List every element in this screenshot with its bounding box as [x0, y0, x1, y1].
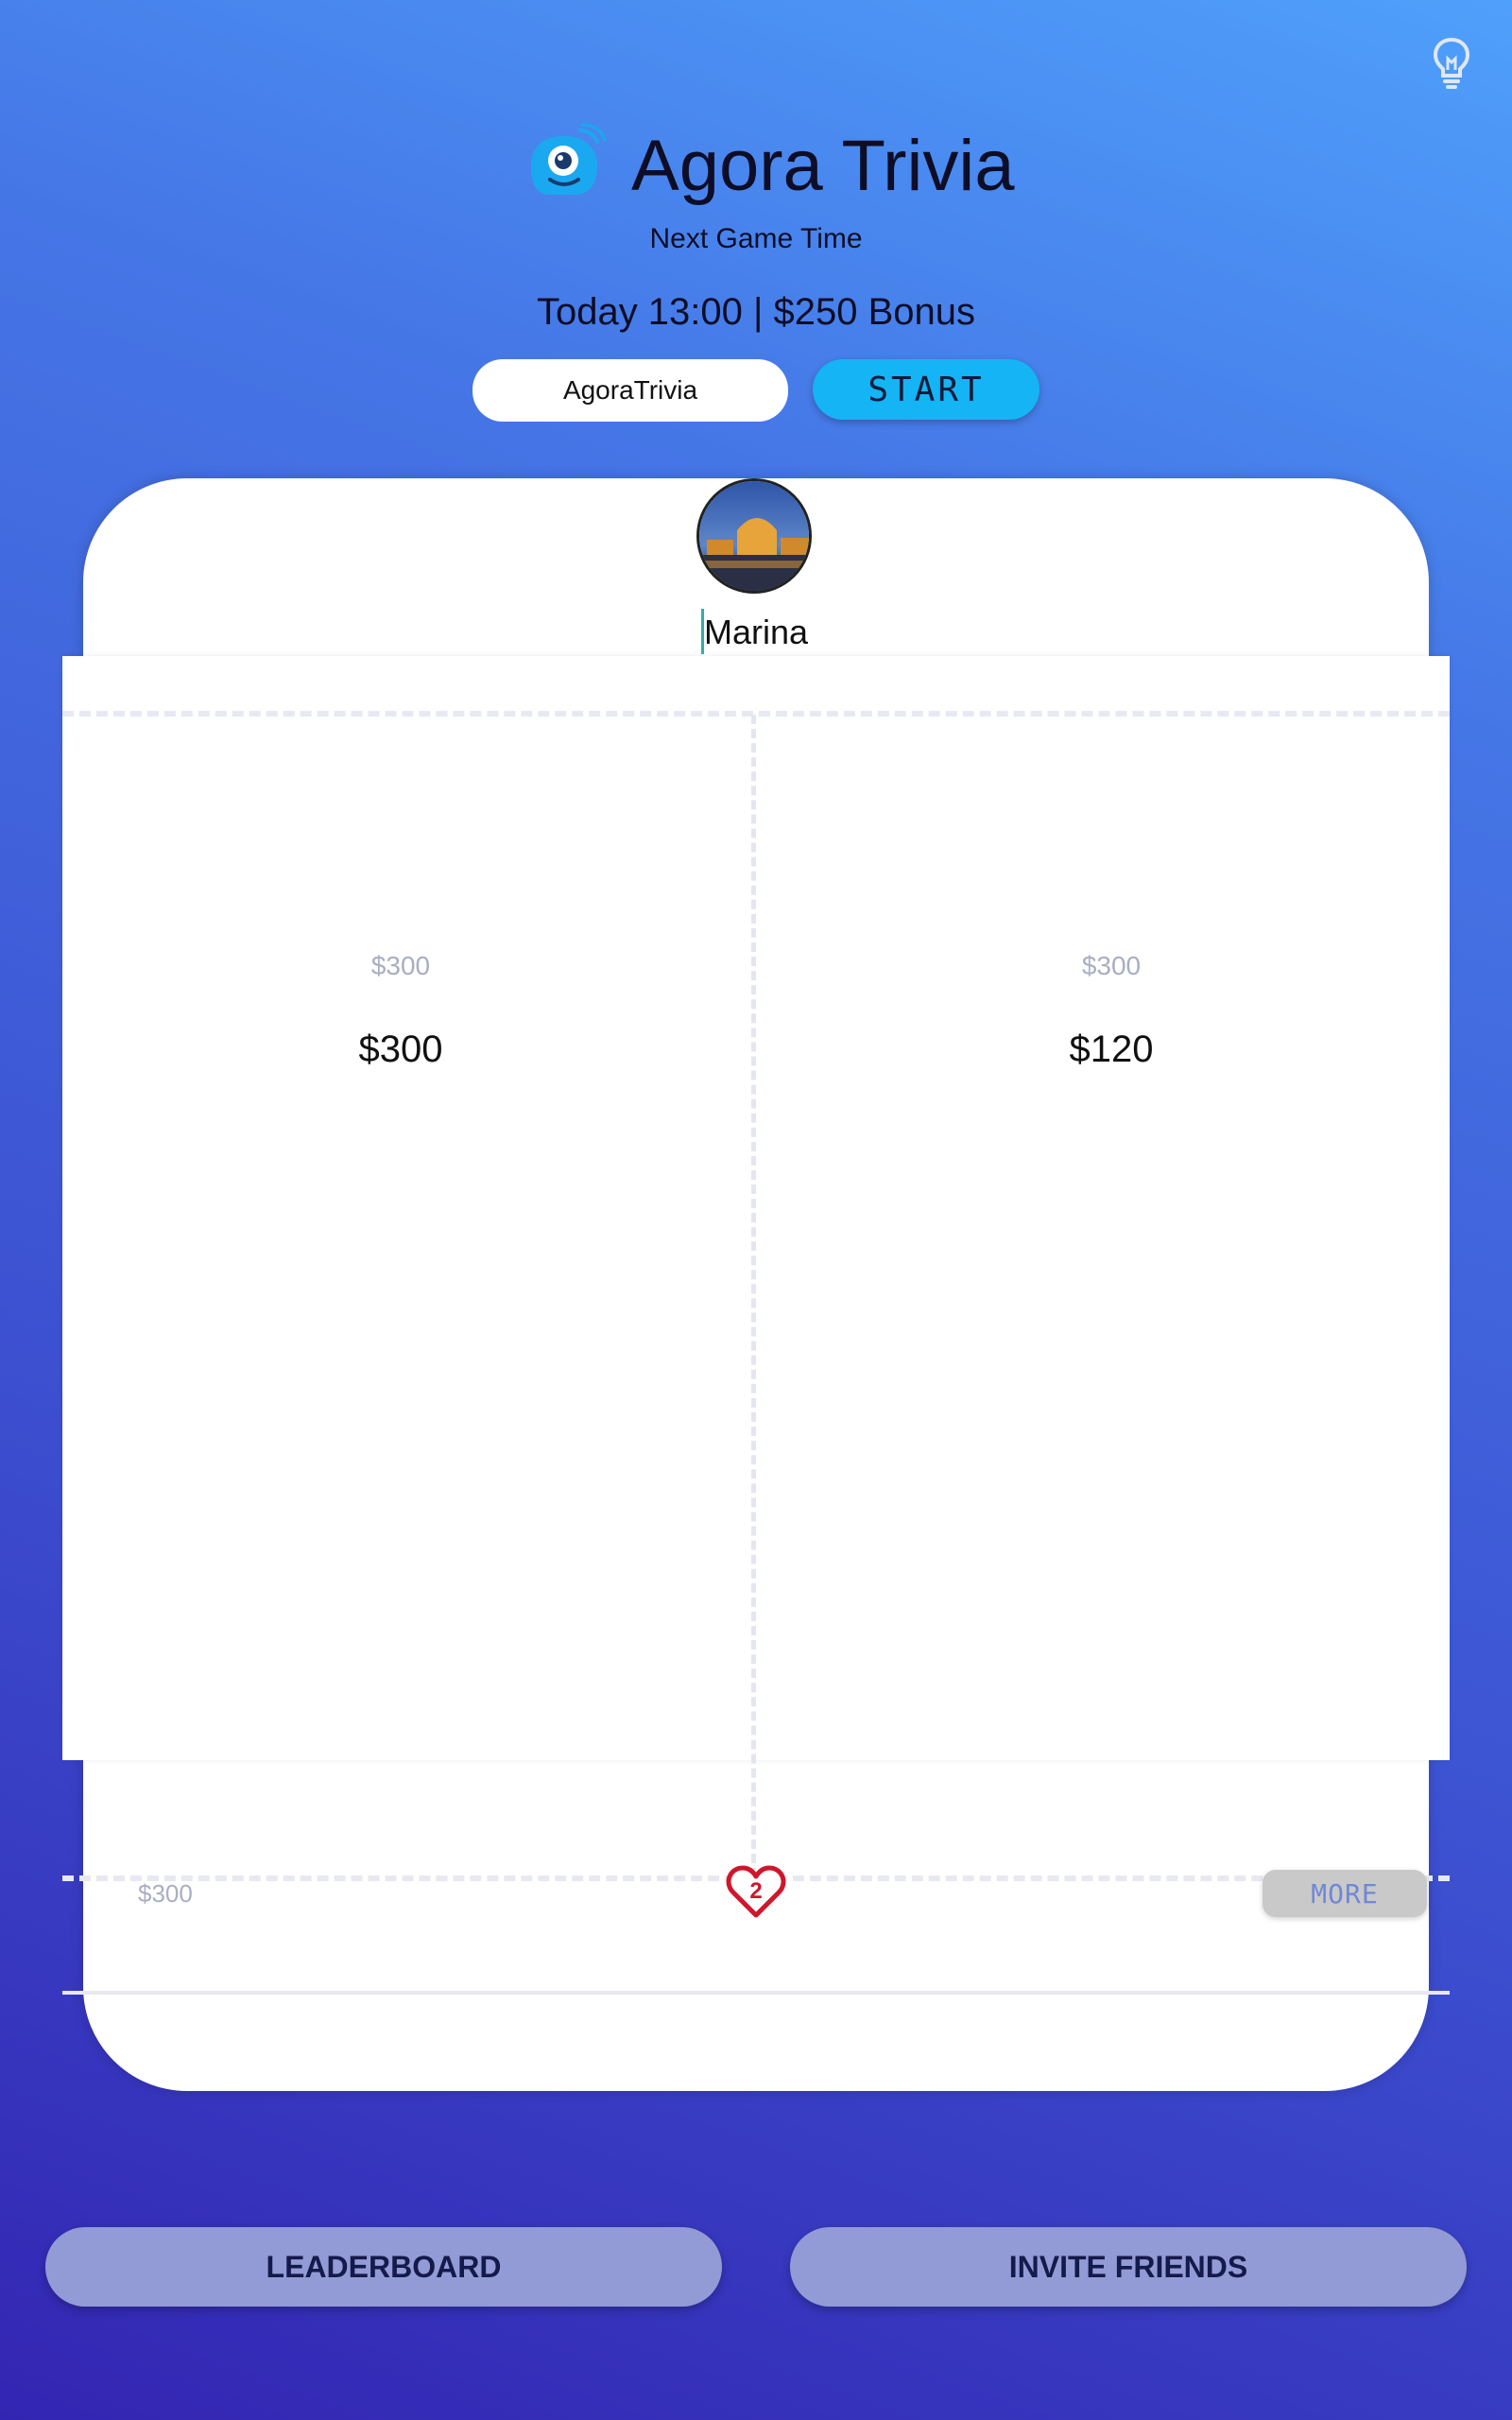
- column-right-label: $300: [1081, 951, 1142, 980]
- dashed-divider-center: [751, 715, 756, 1877]
- divider: [62, 1991, 1450, 1995]
- more-button[interactable]: MORE: [1263, 1870, 1427, 1917]
- invite-friends-button[interactable]: INVITE FRIENDS: [790, 2227, 1467, 2307]
- game-time: Today 13:00 | $250 Bonus: [536, 291, 976, 333]
- app-title: Agora Trivia: [631, 126, 1015, 206]
- column-left-label: $300: [370, 951, 431, 980]
- leaderboard-button[interactable]: LEADERBOARD: [45, 2227, 722, 2307]
- lightbulb-icon[interactable]: [1429, 34, 1474, 91]
- column-left-amount: $300: [358, 1028, 443, 1070]
- next-game-label: Next Game Time: [649, 223, 863, 254]
- heart-icon: 2: [726, 1864, 786, 1921]
- lives-count: 2: [749, 1878, 762, 1904]
- footer-amount: $300: [138, 1879, 193, 1908]
- username: Marina: [703, 613, 809, 651]
- avatar[interactable]: [696, 478, 812, 594]
- dashed-divider-top: [62, 711, 1450, 717]
- agora-logo-icon: [531, 123, 607, 195]
- start-button[interactable]: START: [813, 359, 1040, 420]
- answer-sheet: [62, 656, 1450, 1760]
- name-input[interactable]: [472, 359, 788, 422]
- column-right-amount: $120: [1069, 1028, 1154, 1070]
